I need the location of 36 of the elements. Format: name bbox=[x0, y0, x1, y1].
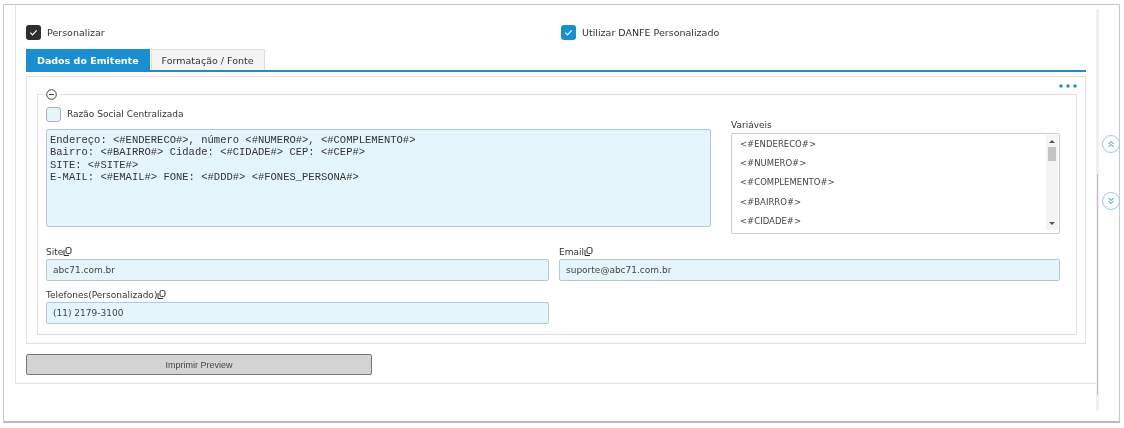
list-item[interactable]: <#COMPLEMENTO#> bbox=[732, 172, 1045, 193]
variables-list[interactable]: <#ENDERECO#> <#NUMERO#> <#COMPLEMENTO#> <#BAIRRO#> <#CIDADE#> bbox=[731, 133, 1060, 234]
double-chevron-down-icon bbox=[1107, 197, 1115, 205]
template-text-area[interactable]: Endereço: <#ENDERECO#>, número <#NUMERO#>, <#COMPLEMENTO#> Bairro: <#BAIRRO#> Cidade: <#CIDADE#> CEP: <#CEP#> SITE: <#SITE#> E-MAIL: <#EMAIL#> FONE: <#DDD#> <#FONES_PERSONA#> bbox=[46, 129, 711, 227]
print-preview-button[interactable]: Imprimir Preview bbox=[26, 354, 372, 375]
text-input[interactable]: suporte@abc71.com.br bbox=[559, 259, 1060, 281]
checkbox[interactable] bbox=[561, 25, 576, 40]
tab[interactable]: Dados do Emitente bbox=[26, 49, 150, 70]
scrollbar[interactable] bbox=[1046, 135, 1058, 230]
checkbox-label: Utilizar DANFE Personalizado bbox=[582, 27, 720, 38]
checkbox-label: Personalizar bbox=[47, 27, 105, 38]
scrollbar[interactable] bbox=[1096, 9, 1099, 411]
list-item[interactable]: <#NUMERO#> bbox=[732, 153, 1045, 173]
collapse-button[interactable] bbox=[44, 89, 59, 100]
scroll-up-button[interactable] bbox=[1102, 135, 1120, 153]
list-item[interactable]: <#CIDADE#> bbox=[732, 211, 1045, 231]
list-label: Variáveis bbox=[731, 120, 772, 130]
more-icon[interactable] bbox=[1059, 84, 1077, 88]
scroll-down-button[interactable] bbox=[1102, 192, 1120, 210]
text-input[interactable]: abc71.com.br bbox=[46, 259, 549, 281]
list-item[interactable]: <#ENDERECO#> bbox=[732, 134, 1045, 154]
field-label: Telefones(Personalizado) bbox=[46, 290, 158, 300]
copy-icon[interactable] bbox=[157, 290, 167, 300]
checkbox[interactable] bbox=[26, 25, 41, 40]
checkbox-label: Razão Social Centralizada bbox=[67, 109, 184, 119]
copy-icon[interactable] bbox=[584, 247, 593, 257]
copy-icon[interactable] bbox=[63, 247, 73, 257]
checkbox[interactable] bbox=[46, 106, 61, 122]
text-input[interactable]: (11) 2179-3100 bbox=[46, 302, 549, 324]
check-icon bbox=[564, 28, 573, 37]
double-chevron-up-icon bbox=[1107, 140, 1115, 148]
field-label: Site bbox=[46, 247, 64, 257]
check-icon bbox=[29, 28, 38, 37]
field-label: Email bbox=[559, 247, 584, 257]
tab[interactable]: Formatação / Fonte bbox=[150, 49, 265, 70]
list-item[interactable]: <#BAIRRO#> bbox=[732, 192, 1045, 212]
